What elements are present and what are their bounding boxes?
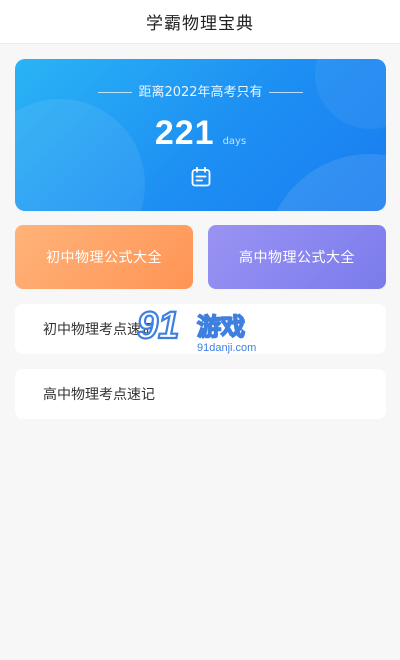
site-watermark-logo: 91 游戏 91danji.com	[136, 304, 256, 354]
app-header: 学霸物理宝典	[0, 0, 400, 44]
watermark-brand: 游戏	[197, 313, 245, 341]
senior-notes-label: 高中物理考点速记	[43, 387, 155, 403]
page-title: 学霸物理宝典	[146, 14, 254, 34]
countdown-value: 221 days	[15, 114, 386, 153]
watermark-domain: 91danji.com	[197, 342, 256, 354]
calendar-icon[interactable]	[189, 165, 213, 189]
title-dash-right	[268, 92, 303, 93]
days-unit: days	[222, 136, 247, 147]
junior-formulas-button[interactable]: 初中物理公式大全	[15, 225, 193, 289]
junior-formulas-label: 初中物理公式大全	[46, 250, 162, 266]
senior-formulas-button[interactable]: 高中物理公式大全	[208, 225, 386, 289]
decorative-circle	[265, 154, 386, 211]
days-remaining: 221	[154, 114, 215, 152]
countdown-title-text: 距离2022年高考只有	[138, 85, 263, 100]
senior-formulas-label: 高中物理公式大全	[239, 250, 355, 266]
exam-countdown-card[interactable]: 距离2022年高考只有 221 days	[15, 59, 386, 211]
title-dash-left	[98, 92, 133, 93]
countdown-title: 距离2022年高考只有	[15, 81, 386, 100]
watermark-mark: 91	[137, 305, 179, 347]
senior-notes-item[interactable]: 高中物理考点速记	[15, 369, 386, 419]
